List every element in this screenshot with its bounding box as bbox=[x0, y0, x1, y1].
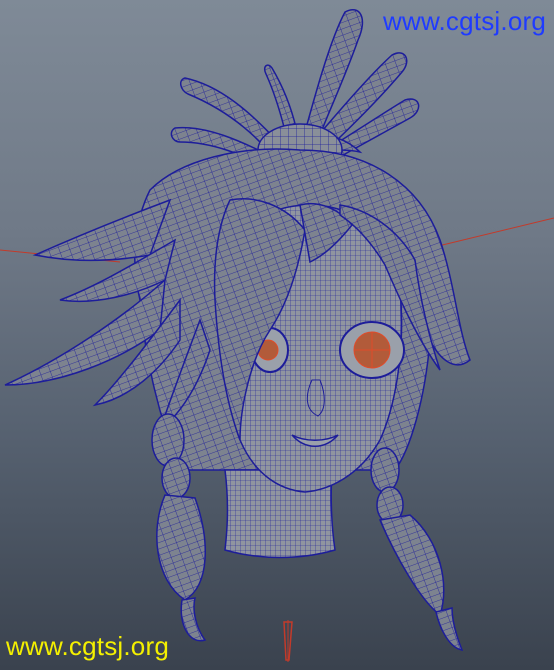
watermark-top: www.cgtsj.org bbox=[383, 6, 546, 36]
viewport-canvas[interactable] bbox=[0, 0, 554, 670]
braid-right bbox=[370, 447, 464, 651]
eye-right bbox=[339, 321, 405, 379]
watermark-bottom: www.cgtsj.org bbox=[6, 631, 169, 661]
pivot-manipulator[interactable] bbox=[283, 620, 293, 662]
3d-viewport[interactable]: www.cgtsj.org www.cgtsj.org bbox=[0, 0, 554, 670]
